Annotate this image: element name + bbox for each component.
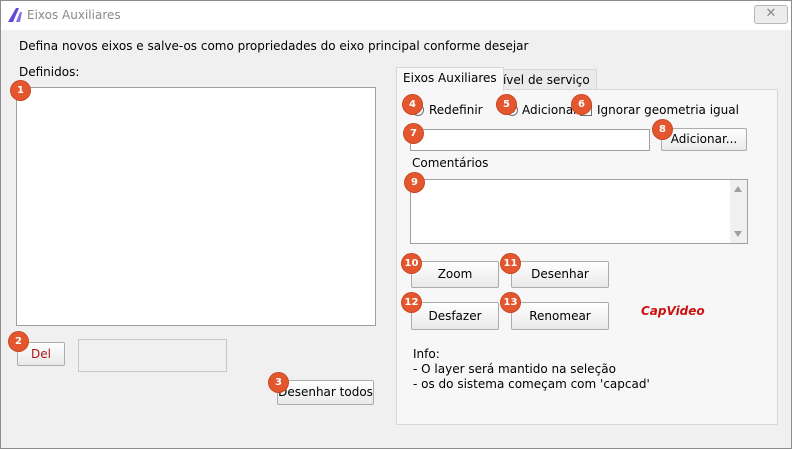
comments-scrollbar[interactable] [730, 180, 747, 243]
badge-9: 9 [405, 173, 424, 192]
title-bar: Eixos Auxiliares ✕ [1, 1, 791, 31]
close-button[interactable]: ✕ [754, 5, 788, 24]
close-icon: ✕ [765, 6, 777, 21]
comments-textarea[interactable] [410, 179, 748, 244]
info-line-1: - O layer será mantido na seleção [413, 362, 616, 376]
description-text: Defina novos eixos e salve-os como propr… [19, 39, 529, 53]
info-line-2: - os do sistema começam com 'capcad' [413, 377, 650, 391]
undo-button[interactable]: Desfazer [411, 302, 499, 330]
tab-eixos-auxiliares-label: Eixos Auxiliares [403, 71, 497, 85]
draw-button[interactable]: Desenhar [511, 261, 609, 288]
add-radio-label: Adicionar [522, 103, 579, 117]
rename-button-label: Renomear [529, 309, 591, 323]
window-title: Eixos Auxiliares [27, 8, 121, 22]
info-title: Info: [413, 347, 440, 361]
badge-3: 3 [269, 373, 288, 392]
add-button[interactable]: Adicionar... [661, 128, 747, 151]
redefine-label: Redefinir [429, 103, 483, 117]
badge-12: 12 [402, 293, 421, 312]
axis-name-input[interactable] [410, 129, 650, 151]
rename-button[interactable]: Renomear [511, 302, 609, 330]
badge-13: 13 [501, 293, 520, 312]
defined-list[interactable] [16, 87, 376, 326]
badge-4: 4 [403, 95, 422, 114]
draw-button-label: Desenhar [531, 267, 589, 281]
scroll-up-icon[interactable] [734, 186, 742, 192]
draw-all-button[interactable]: Desenhar todos [277, 380, 374, 405]
badge-10: 10 [402, 254, 421, 273]
tab-eixos-auxiliares[interactable]: Eixos Auxiliares [396, 67, 504, 91]
zoom-button[interactable]: Zoom [411, 261, 499, 288]
badge-1: 1 [11, 81, 30, 100]
capvideo-watermark: CapVideo [641, 304, 705, 318]
zoom-button-label: Zoom [437, 267, 473, 281]
badge-6: 6 [572, 95, 591, 114]
add-button-label: Adicionar... [670, 132, 738, 146]
defined-label: Definidos: [19, 65, 80, 79]
dialog-window: Eixos Auxiliares ✕ Defina novos eixos e … [0, 0, 792, 449]
draw-all-label: Desenhar todos [278, 385, 373, 399]
ignore-geometry-label: Ignorar geometria igual [597, 103, 739, 117]
undo-button-label: Desfazer [428, 309, 482, 323]
tab-nivel-servico-label: Nível de serviço [494, 73, 590, 87]
badge-2: 2 [9, 332, 28, 351]
badge-11: 11 [501, 254, 520, 273]
readonly-field [78, 339, 227, 372]
badge-5: 5 [497, 95, 516, 114]
badge-8: 8 [653, 120, 672, 139]
app-logo-icon [8, 8, 22, 22]
badge-7: 7 [404, 124, 423, 143]
del-button-label: Del [31, 347, 51, 361]
comments-label: Comentários [412, 156, 489, 170]
scroll-down-icon[interactable] [734, 231, 742, 237]
